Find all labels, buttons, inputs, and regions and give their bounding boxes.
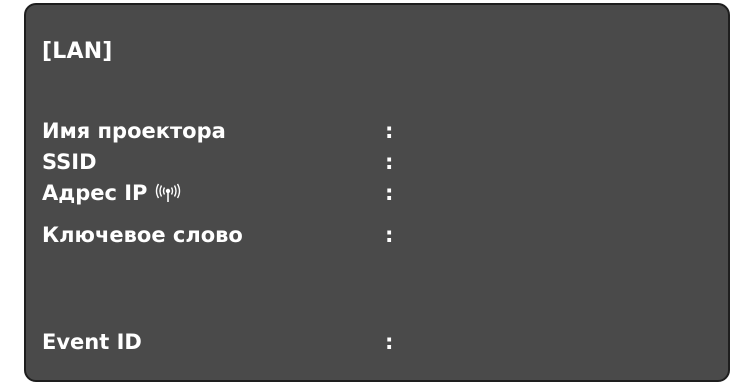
projector-name-label: Имя проектора [42,119,226,143]
separator: : [385,119,394,143]
info-row-ip-address: Адрес IP : [42,179,642,207]
ssid-label: SSID [42,150,97,174]
section-title: [LAN] [42,39,113,64]
separator: : [385,223,394,247]
separator: : [385,150,394,174]
event-id-label: Event ID [42,330,142,354]
info-row-keyword: Ключевое слово : [42,221,642,249]
info-row-ssid: SSID : [42,148,642,176]
ip-address-label: Адрес IP [42,181,148,205]
keyword-label: Ключевое слово [42,223,243,247]
separator: : [385,181,394,205]
lan-info-screen: [LAN] Имя проектора : SSID : Адрес IP: … [24,3,730,382]
info-row-projector-name: Имя проектора : [42,117,642,145]
wireless-signal-icon [155,182,181,204]
ip-address-label-group: Адрес IP [42,181,385,205]
separator: : [385,330,394,354]
info-row-event-id: Event ID : [42,328,642,356]
